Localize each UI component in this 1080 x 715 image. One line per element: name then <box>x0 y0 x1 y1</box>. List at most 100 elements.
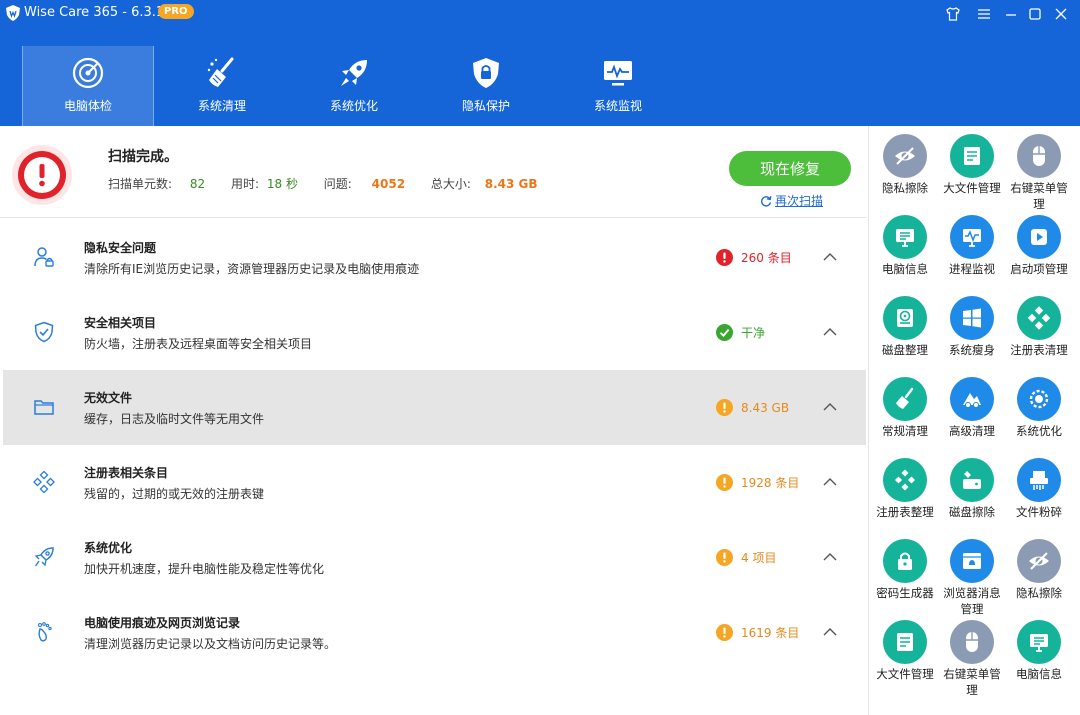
result-status-text: 260 条目 <box>741 251 792 265</box>
size-label: 总大小: <box>430 177 471 191</box>
tool-pc-info-2[interactable]: 电脑信息 <box>1005 620 1073 682</box>
scan-summary: 扫描完成。 扫描单元数: 82 用时: 18 秒 问题: 4052 总大小: 8… <box>0 126 866 218</box>
result-row-registry[interactable]: 注册表相关条目 残留的，过期的或无效的注册表键 1928 条目 <box>0 445 866 520</box>
pro-badge: PRO <box>158 4 194 19</box>
chevron-up-icon[interactable] <box>822 401 838 413</box>
tab-system-monitor[interactable]: 系统监视 <box>552 46 684 126</box>
tab-privacy-protect[interactable]: 隐私保护 <box>420 46 552 126</box>
tool-large-file-2[interactable]: 大文件管理 <box>871 620 939 682</box>
windows-icon <box>950 296 994 340</box>
tool-label: 注册表清理 <box>1010 343 1068 357</box>
optimize-icon <box>1017 377 1061 421</box>
chevron-up-icon[interactable] <box>822 476 838 488</box>
tool-label: 进程监视 <box>949 262 995 276</box>
menu-icon[interactable] <box>973 4 995 24</box>
app-title: Wise Care 365 - 6.3.1 <box>24 5 165 20</box>
close-icon[interactable] <box>1050 4 1072 24</box>
time-value: 18 秒 <box>266 177 298 191</box>
broom-icon <box>207 57 234 87</box>
tool-large-file[interactable]: 大文件管理 <box>938 134 1006 196</box>
warning-icon <box>716 549 733 566</box>
tool-label: 常规清理 <box>882 424 928 438</box>
tool-registry-clean[interactable]: 注册表清理 <box>1005 296 1073 358</box>
app-logo-icon <box>6 5 20 21</box>
result-row-traces[interactable]: 电脑使用痕迹及网页浏览记录 清理浏览器历史记录以及文档访问历史记录等。 1619… <box>0 595 866 670</box>
chevron-up-icon[interactable] <box>822 626 838 638</box>
tool-label: 启动项管理 <box>1010 262 1068 276</box>
result-row-privacy[interactable]: 隐私安全问题 清除所有IE浏览历史记录，资源管理器历史记录及电脑使用痕迹 260… <box>0 220 866 295</box>
tool-advanced-clean[interactable]: 高级清理 <box>938 377 1006 439</box>
tool-startup-manager[interactable]: 启动项管理 <box>1005 215 1073 277</box>
tool-process-monitor[interactable]: 进程监视 <box>938 215 1006 277</box>
rescan-label: 再次扫描 <box>775 194 824 208</box>
refresh-icon <box>760 195 772 206</box>
tool-label: 磁盘擦除 <box>949 505 995 519</box>
chevron-up-icon[interactable] <box>822 551 838 563</box>
tool-system-slim[interactable]: 系统瘦身 <box>938 296 1006 358</box>
result-title: 系统优化 <box>84 541 133 555</box>
tool-context-menu[interactable]: 右键菜单管理 <box>1005 134 1073 212</box>
tool-label: 电脑信息 <box>1016 667 1062 681</box>
tab-system-optimize[interactable]: 系统优化 <box>288 46 420 126</box>
result-status: 干净 <box>716 324 765 341</box>
tool-label: 系统瘦身 <box>949 343 995 357</box>
tool-label: 大文件管理 <box>876 667 934 681</box>
tool-privacy-eraser[interactable]: 隐私擦除 <box>871 134 939 196</box>
maximize-icon[interactable] <box>1024 4 1046 24</box>
password-lock-icon <box>883 539 927 583</box>
tool-pc-info[interactable]: 电脑信息 <box>871 215 939 277</box>
fix-now-button[interactable]: 现在修复 <box>729 151 851 186</box>
tool-context-menu-2[interactable]: 右键菜单管理 <box>938 620 1006 698</box>
rocket-icon <box>341 60 367 86</box>
tool-system-optimize[interactable]: 系统优化 <box>1005 377 1073 439</box>
tool-label: 隐私擦除 <box>882 181 928 195</box>
tool-label: 注册表整理 <box>876 505 934 519</box>
chevron-up-icon[interactable] <box>822 326 838 338</box>
result-status: 1928 条目 <box>716 474 799 491</box>
minimize-icon[interactable] <box>1000 4 1022 24</box>
app-header: Wise Care 365 - 6.3.1 PRO 电脑体检 系统清理 系统优化… <box>0 0 1080 126</box>
scan-title: 扫描完成。 <box>108 149 178 165</box>
tab-pc-checkup[interactable]: 电脑体检 <box>22 46 154 126</box>
alert-icon <box>12 145 72 205</box>
radar-icon <box>72 57 104 89</box>
tab-label: 电脑体检 <box>63 99 112 113</box>
pc-info-icon <box>883 215 927 259</box>
tool-browser-notification[interactable]: 浏览器消息管理 <box>938 539 1006 617</box>
disk-wipe-icon <box>950 458 994 502</box>
tool-label: 文件粉碎 <box>1016 505 1062 519</box>
tool-password-generator[interactable]: 密码生成器 <box>871 539 939 601</box>
monitor-icon <box>604 61 632 86</box>
result-row-optimize[interactable]: 系统优化 加快开机速度，提升电脑性能及稳定性等优化 4 项目 <box>0 520 866 595</box>
tool-label: 隐私擦除 <box>1016 586 1062 600</box>
tool-label: 右键菜单管理 <box>943 667 1001 697</box>
tool-disk-wipe[interactable]: 磁盘擦除 <box>938 458 1006 520</box>
result-title: 电脑使用痕迹及网页浏览记录 <box>84 616 241 630</box>
tool-label: 密码生成器 <box>876 586 934 600</box>
footprint-icon <box>37 622 52 642</box>
tool-disk-defrag[interactable]: 磁盘整理 <box>871 296 939 358</box>
check-circle-icon <box>716 324 733 341</box>
result-desc: 清理浏览器历史记录以及文档访问历史记录等。 <box>84 637 337 651</box>
result-status: 1619 条目 <box>716 624 799 641</box>
tool-common-clean[interactable]: 常规清理 <box>871 377 939 439</box>
rescan-link[interactable]: 再次扫描 <box>760 192 823 209</box>
eye-off-icon <box>1017 539 1061 583</box>
tab-system-clean[interactable]: 系统清理 <box>156 46 288 126</box>
chevron-up-icon[interactable] <box>822 251 838 263</box>
tool-label: 系统优化 <box>1016 424 1062 438</box>
result-row-security[interactable]: 安全相关项目 防火墙，注册表及远程桌面等安全相关项目 干净 <box>0 295 866 370</box>
shirt-icon[interactable] <box>942 4 964 24</box>
result-status-text: 干净 <box>741 326 766 340</box>
title-bar[interactable]: Wise Care 365 - 6.3.1 PRO <box>0 0 1080 28</box>
warning-icon <box>716 474 733 491</box>
shredder-icon <box>1017 458 1061 502</box>
result-row-junk-files[interactable]: 无效文件 缓存，日志及临时文件等无用文件 8.43 GB <box>3 370 866 445</box>
tool-privacy-eraser-2[interactable]: 隐私擦除 <box>1005 539 1073 601</box>
registry-defrag-icon <box>883 458 927 502</box>
error-icon <box>716 249 733 266</box>
large-file-icon <box>950 134 994 178</box>
tool-registry-defrag[interactable]: 注册表整理 <box>871 458 939 520</box>
tool-file-shredder[interactable]: 文件粉碎 <box>1005 458 1073 520</box>
result-title: 隐私安全问题 <box>84 241 157 255</box>
